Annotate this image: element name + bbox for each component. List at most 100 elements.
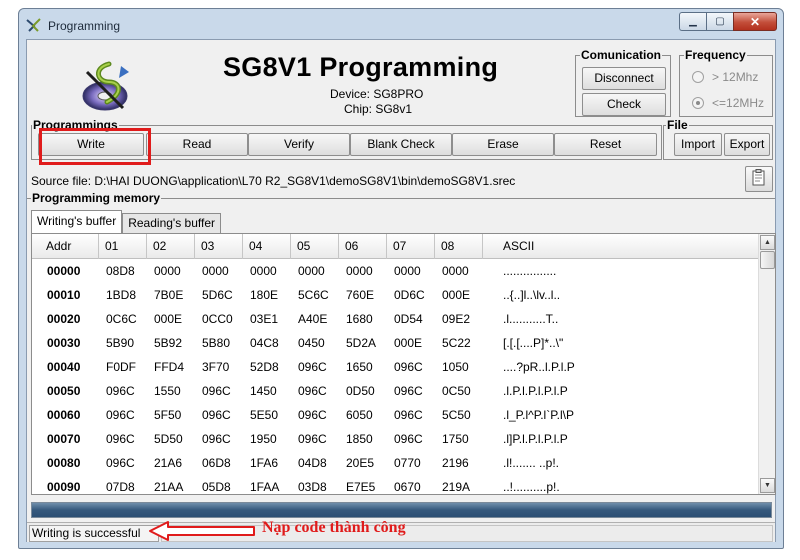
row-address[interactable]: 00060 [32,403,99,427]
row-byte-cell[interactable]: 096C [291,427,339,451]
tab-writing-buffer[interactable]: Writing's buffer [31,210,123,233]
row-byte-cell[interactable]: 096C [387,403,435,427]
table-row[interactable]: 00070 096C 5D50 096C 1950 096C 1850 096C 1750 .l]… [32,427,761,451]
row-address[interactable]: 00080 [32,451,99,475]
table-row[interactable]: 00040 F0DF FFD4 3F70 52D8 096C 1650 096C 1050...… [32,355,761,379]
row-ascii[interactable]: .l]P.l.P.l.P.l.P [483,427,761,451]
row-byte-cell[interactable]: 0450 [291,331,339,355]
row-byte-cell[interactable]: A40E [291,307,339,331]
row-byte-cell[interactable]: 5B90 [99,331,147,355]
row-ascii[interactable]: .l...........T.. [483,307,761,331]
row-byte-cell[interactable]: 1050 [435,355,483,379]
column-header[interactable]: 01 [99,234,147,259]
row-byte-cell[interactable]: 0000 [243,259,291,283]
read-button[interactable]: Read [146,133,248,156]
row-address[interactable]: 00020 [32,307,99,331]
row-byte-cell[interactable]: 096C [195,379,243,403]
column-header[interactable]: Addr [32,234,99,259]
row-byte-cell[interactable]: 096C [99,451,147,475]
title-bar[interactable]: Programming ▁ ▢ ✕ [19,9,783,39]
check-button[interactable]: Check [582,93,666,116]
row-byte-cell[interactable]: 1850 [339,427,387,451]
row-byte-cell[interactable]: 180E [243,283,291,307]
column-header[interactable]: 07 [387,234,435,259]
row-byte-cell[interactable]: 06D8 [195,451,243,475]
row-byte-cell[interactable]: 0770 [387,451,435,475]
row-ascii[interactable]: ..{..]l..\lv..l.. [483,283,761,307]
blank-check-button[interactable]: Blank Check [350,133,452,156]
table-row[interactable]: 00080 096C 21A6 06D8 1FA6 04D8 20E5 0770 2196 .l!… [32,451,761,475]
table-row[interactable]: 00010 1BD8 7B0E 5D6C 180E 5C6C 760E 0D6C 000E ..{… [32,283,761,307]
row-byte-cell[interactable]: 1550 [147,379,195,403]
row-byte-cell[interactable]: 21AA [147,475,195,499]
row-byte-cell[interactable]: 2196 [435,451,483,475]
row-ascii[interactable]: .l.P.l.P.l.P.l.P [483,379,761,403]
disconnect-button[interactable]: Disconnect [582,67,666,90]
row-byte-cell[interactable]: 219A [435,475,483,499]
row-byte-cell[interactable]: 0000 [147,259,195,283]
row-byte-cell[interactable]: 096C [387,355,435,379]
row-byte-cell[interactable]: 5B80 [195,331,243,355]
row-byte-cell[interactable]: E7E5 [339,475,387,499]
column-header[interactable]: 02 [147,234,195,259]
row-byte-cell[interactable]: 5E50 [243,403,291,427]
row-byte-cell[interactable]: 1450 [243,379,291,403]
row-byte-cell[interactable]: 096C [291,355,339,379]
row-byte-cell[interactable]: 1FA6 [243,451,291,475]
row-ascii[interactable]: .l_P.l^P.l`P.l\P [483,403,761,427]
row-byte-cell[interactable]: 0C6C [99,307,147,331]
row-byte-cell[interactable]: 0D6C [387,283,435,307]
row-byte-cell[interactable]: 5D6C [195,283,243,307]
row-byte-cell[interactable]: 000E [147,307,195,331]
row-byte-cell[interactable]: 5B92 [147,331,195,355]
row-byte-cell[interactable]: 5C50 [435,403,483,427]
browse-file-button[interactable] [745,166,773,192]
row-byte-cell[interactable]: 1950 [243,427,291,451]
row-byte-cell[interactable]: 1FAA [243,475,291,499]
column-header[interactable]: 05 [291,234,339,259]
row-byte-cell[interactable]: 1750 [435,427,483,451]
row-byte-cell[interactable]: 0670 [387,475,435,499]
row-byte-cell[interactable]: 7B0E [147,283,195,307]
row-byte-cell[interactable]: 0000 [435,259,483,283]
row-byte-cell[interactable]: F0DF [99,355,147,379]
row-byte-cell[interactable]: 000E [387,331,435,355]
close-button[interactable]: ✕ [733,12,777,31]
row-address[interactable]: 00040 [32,355,99,379]
row-byte-cell[interactable]: 03E1 [243,307,291,331]
table-row[interactable]: 00090 07D8 21AA 05D8 1FAA 03D8 E7E5 0670 219A..!… [32,475,761,499]
tab-reading-buffer[interactable]: Reading's buffer [122,213,222,233]
row-byte-cell[interactable]: 096C [291,379,339,403]
row-byte-cell[interactable]: 5D50 [147,427,195,451]
row-byte-cell[interactable]: 04D8 [291,451,339,475]
row-address[interactable]: 00010 [32,283,99,307]
erase-button[interactable]: Erase [452,133,554,156]
row-byte-cell[interactable]: 000E [435,283,483,307]
scroll-down-button[interactable]: ▼ [760,478,775,493]
row-byte-cell[interactable]: 52D8 [243,355,291,379]
table-row[interactable]: 00050 096C 1550 096C 1450 096C 0D50 096C 0C50 .l.… [32,379,761,403]
row-byte-cell[interactable]: 0D54 [387,307,435,331]
row-byte-cell[interactable]: 3F70 [195,355,243,379]
row-byte-cell[interactable]: 0000 [387,259,435,283]
row-ascii[interactable]: ................ [483,259,761,283]
table-row[interactable]: 00030 5B90 5B92 5B80 04C8 0450 5D2A 000E 5C22 [.[… [32,331,761,355]
row-byte-cell[interactable]: 760E [339,283,387,307]
freq-option-low[interactable]: <=12MHz [692,96,764,110]
row-byte-cell[interactable]: 0C50 [435,379,483,403]
row-byte-cell[interactable]: 096C [387,379,435,403]
row-byte-cell[interactable]: 096C [291,403,339,427]
column-header[interactable]: 06 [339,234,387,259]
column-header[interactable]: 08 [435,234,483,259]
row-byte-cell[interactable]: 5F50 [147,403,195,427]
row-ascii[interactable]: .l!....... ..p!. [483,451,761,475]
row-ascii[interactable]: [.[.[....P]*..\" [483,331,761,355]
row-byte-cell[interactable]: 0D50 [339,379,387,403]
row-ascii[interactable]: ..!..........p!. [483,475,761,499]
row-byte-cell[interactable]: 096C [99,427,147,451]
table-row[interactable]: 00000 08D8 0000 0000 0000 0000 0000 0000 0000...… [32,259,761,283]
row-byte-cell[interactable]: 0000 [291,259,339,283]
reset-button[interactable]: Reset [554,133,657,156]
minimize-button[interactable]: ▁ [679,12,706,31]
freq-option-high[interactable]: > 12Mhz [692,70,758,84]
